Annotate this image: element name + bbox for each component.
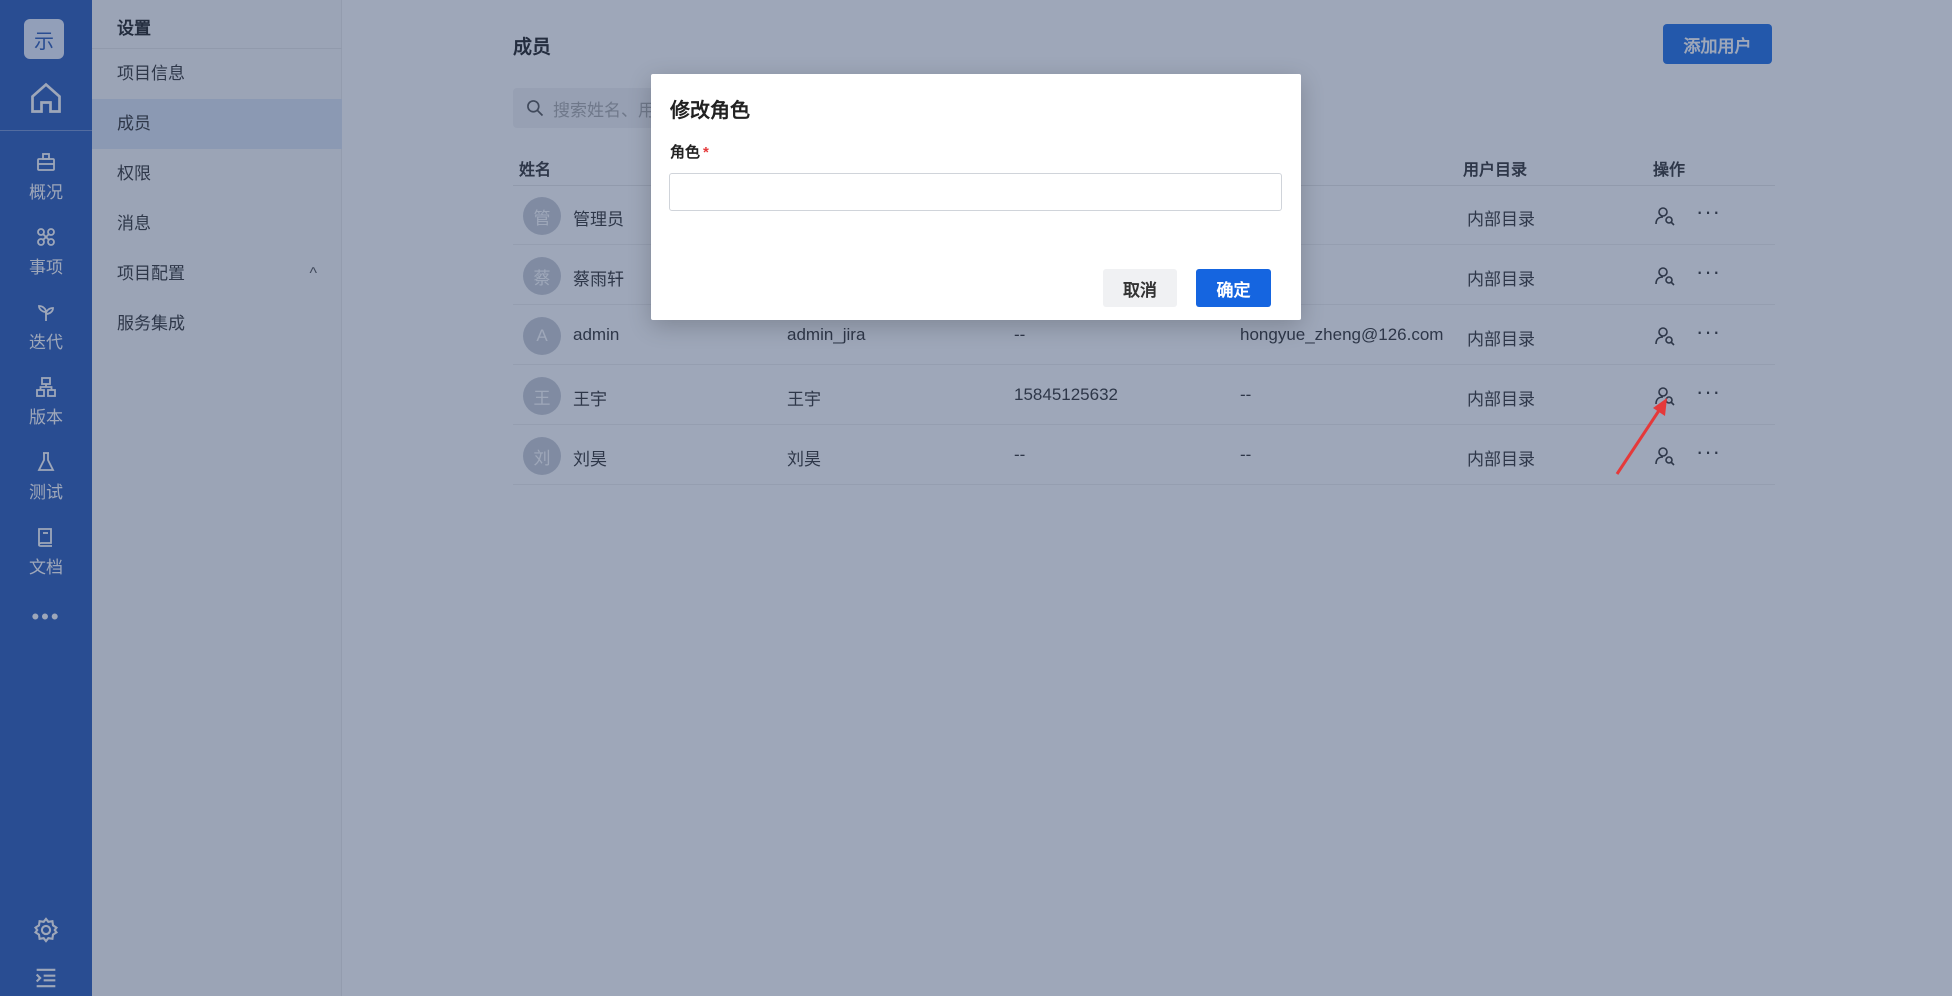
annotation-arrow-icon	[1615, 398, 1667, 475]
app-root: 示 概况 事项 迭代 版本 测试 文档 ••• 设置 项目信息 成员 权限 消息…	[0, 0, 1952, 996]
confirm-button[interactable]: 确定	[1196, 269, 1271, 307]
required-mark: *	[703, 144, 709, 161]
role-field-label: 角色 *	[670, 141, 709, 162]
role-label-text: 角色	[670, 144, 701, 161]
edit-role-dialog: 修改角色 角色 * 取消 确定	[651, 74, 1301, 320]
role-input[interactable]	[669, 173, 1282, 211]
dialog-title: 修改角色	[670, 100, 750, 122]
cancel-button[interactable]: 取消	[1103, 269, 1177, 307]
